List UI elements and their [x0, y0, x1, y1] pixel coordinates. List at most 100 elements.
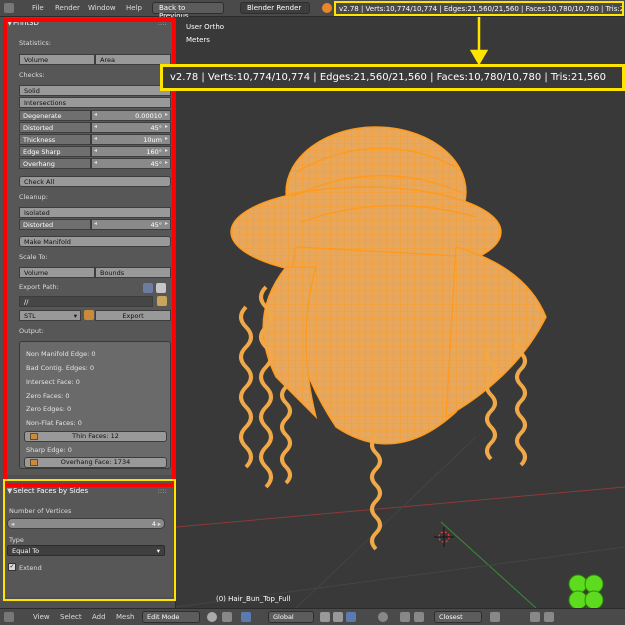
face-select-icon[interactable] [346, 612, 356, 622]
grid-line [295, 436, 477, 608]
manipulator-icon[interactable] [241, 612, 251, 622]
format-select[interactable]: STL ▾ [19, 310, 81, 321]
align-icon[interactable] [490, 612, 500, 622]
check-all-button[interactable]: Check All [19, 176, 171, 187]
proportional-edit-icon[interactable] [378, 612, 388, 622]
drag-handle-icon[interactable]: :::: [158, 487, 167, 495]
menu-help[interactable]: Help [126, 4, 142, 12]
snap-element-icon[interactable] [414, 612, 424, 622]
back-to-previous-button[interactable]: Back to Previous [152, 2, 224, 20]
thin-faces-button[interactable]: Thin Faces: 12 [24, 431, 167, 442]
export-path-label: Export Path: [19, 283, 59, 291]
3d-viewport[interactable]: User Ortho Meters (0) Hair_Bun_Top_Full [176, 17, 625, 608]
editor-type-icon[interactable] [4, 612, 14, 622]
orientation-select[interactable]: Global [268, 611, 314, 623]
menu-mesh[interactable]: Mesh [116, 613, 134, 621]
isolated-button[interactable]: Isolated [19, 207, 171, 218]
field-value[interactable]: ◂ 160° ▸ [91, 146, 171, 157]
statistics-label: Statistics: [19, 39, 51, 47]
export-path-field[interactable]: // [19, 296, 153, 307]
bounds-button[interactable]: Bounds [95, 267, 171, 278]
hair-mesh [230, 126, 547, 445]
output-box: Non Manifold Edge: 0 Bad Contig. Edges: … [19, 341, 171, 469]
save-icon[interactable] [156, 283, 166, 293]
solid-button[interactable]: Solid [19, 85, 171, 96]
intersections-button[interactable]: Intersections [19, 97, 171, 108]
field-value[interactable]: ◂ 45° ▸ [91, 219, 171, 230]
type-label: Type [9, 536, 24, 544]
cleanup-label: Cleanup: [19, 193, 48, 201]
viewport-shading-icon[interactable] [207, 612, 217, 622]
folder-icon[interactable] [157, 296, 167, 306]
menu-add[interactable]: Add [92, 613, 106, 621]
scale-to-label: Scale To: [19, 253, 48, 261]
field-value[interactable]: ◂ 45° ▸ [91, 158, 171, 169]
volume-button[interactable]: Volume [19, 54, 95, 65]
render-engine-select[interactable]: Blender Render [240, 2, 310, 14]
menu-view[interactable]: View [33, 613, 50, 621]
output-line: Zero Faces: 0 [26, 392, 70, 400]
field-label: Distorted [19, 122, 91, 133]
collapse-arrow-icon[interactable]: ▼ [7, 19, 12, 27]
output-line: Zero Edges: 0 [26, 405, 72, 413]
panel-title[interactable]: Print3D [13, 19, 39, 27]
operator-panel: ▼ Select Faces by Sides :::: Number of V… [5, 482, 173, 597]
edge-select-icon[interactable] [333, 612, 343, 622]
drag-handle-icon[interactable]: :::: [158, 19, 167, 27]
scene-stats: v2.78 | Verts:10,774/10,774 | Edges:21,5… [334, 1, 624, 16]
mesh-view[interactable] [176, 17, 625, 608]
output-line: Sharp Edge: 0 [26, 446, 72, 454]
extend-label: Extend [19, 564, 42, 572]
thickness-field[interactable]: Thickness ◂ 10um ▸ [19, 134, 171, 145]
output-label: Output: [19, 327, 44, 335]
degenerate-field[interactable]: Degenerate ◂ 0.00010 ▸ [19, 110, 171, 121]
cleanup-distorted-field[interactable]: Distorted ◂ 45° ▸ [19, 219, 171, 230]
type-select[interactable]: Equal To ▾ [7, 545, 165, 556]
snap-icon[interactable] [400, 612, 410, 622]
snap-target-select[interactable]: Closest [434, 611, 482, 623]
info-editor-icon[interactable] [4, 3, 14, 13]
menu-render[interactable]: Render [55, 4, 80, 12]
curl [370, 435, 382, 551]
mode-select[interactable]: Edit Mode [142, 611, 200, 623]
edge-sharp-field[interactable]: Edge Sharp ◂ 160° ▸ [19, 146, 171, 157]
field-value[interactable]: ◂ 10um ▸ [91, 134, 171, 145]
vertex-select-icon[interactable] [320, 612, 330, 622]
export-button[interactable]: Export [95, 310, 171, 321]
3d-cursor-icon [434, 527, 454, 547]
field-value[interactable]: ◂ 45° ▸ [91, 122, 171, 133]
menu-select[interactable]: Select [60, 613, 82, 621]
make-manifold-button[interactable]: Make Manifold [19, 236, 171, 247]
scale-volume-button[interactable]: Volume [19, 267, 95, 278]
grid-x-axis [176, 486, 625, 528]
extend-checkbox[interactable]: ✓ [8, 563, 16, 571]
pivot-point-icon[interactable] [222, 612, 232, 622]
vertices-field[interactable]: ◂ 4 ▸ [7, 518, 165, 529]
camera-icon[interactable] [544, 612, 554, 622]
field-value[interactable]: ◂ 0.00010 ▸ [91, 110, 171, 121]
tool-shelf: ▼ Print3D :::: Statistics: Volume Area C… [0, 17, 176, 608]
blender-logo-icon [322, 3, 332, 13]
menu-file[interactable]: File [32, 4, 44, 12]
overhang-field[interactable]: Overhang ◂ 45° ▸ [19, 158, 171, 169]
overhang-face-button[interactable]: Overhang Face: 1734 [24, 457, 167, 468]
print3d-panel: ▼ Print3D :::: Statistics: Volume Area C… [5, 17, 173, 475]
field-label: Thickness [19, 134, 91, 145]
field-label: Edge Sharp [19, 146, 91, 157]
render-icon[interactable] [530, 612, 540, 622]
output-line: Non Manifold Edge: 0 [26, 350, 96, 358]
hair-side-right [445, 246, 547, 419]
operator-title[interactable]: Select Faces by Sides [13, 487, 88, 495]
output-line: Bad Contig. Edges: 0 [26, 364, 95, 372]
menu-window[interactable]: Window [88, 4, 116, 12]
field-label: Overhang [19, 158, 91, 169]
collapse-arrow-icon[interactable]: ▼ [7, 487, 12, 495]
object-icon [30, 433, 38, 440]
field-label: Degenerate [19, 110, 91, 121]
info-header: File Render Window Help Back to Previous… [0, 0, 625, 20]
distorted-field[interactable]: Distorted ◂ 45° ▸ [19, 122, 171, 133]
eyedropper-icon[interactable] [143, 283, 153, 293]
export-icon [84, 310, 94, 320]
callout-arrow-icon [469, 17, 489, 66]
output-line: Non-Flat Faces: 0 [26, 419, 82, 427]
